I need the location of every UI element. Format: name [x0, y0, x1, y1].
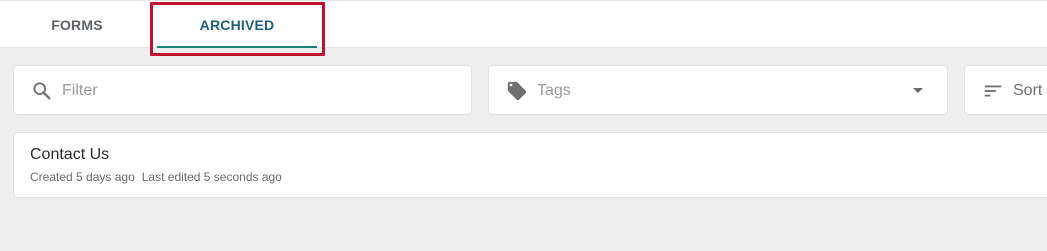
sort-button[interactable]: Sort — [964, 65, 1047, 115]
filter-placeholder: Filter — [62, 82, 98, 99]
search-icon — [33, 82, 51, 100]
active-tab-indicator — [157, 46, 317, 48]
sort-icon — [984, 85, 1002, 97]
sort-label: Sort — [1013, 82, 1043, 99]
tab-forms[interactable]: FORMS — [8, 1, 146, 48]
form-title: Contact Us — [30, 146, 110, 163]
tags-select[interactable]: Tags — [488, 65, 948, 115]
tab-archived[interactable]: ARCHIVED — [157, 1, 317, 48]
tag-icon — [507, 81, 527, 101]
form-list-item[interactable]: Contact Us Created 5 days ago Last edited… — [13, 132, 1047, 198]
form-edited-text: Last edited 5 seconds ago — [141, 170, 282, 184]
form-created-text: Created 5 days ago — [30, 170, 135, 184]
filter-input[interactable]: Filter — [13, 65, 472, 115]
form-meta: Created 5 days ago Last edited 5 seconds … — [30, 169, 282, 185]
tab-bar: FORMS ARCHIVED — [0, 0, 1047, 48]
caret-down-icon[interactable] — [913, 88, 923, 93]
tags-placeholder: Tags — [537, 82, 571, 99]
